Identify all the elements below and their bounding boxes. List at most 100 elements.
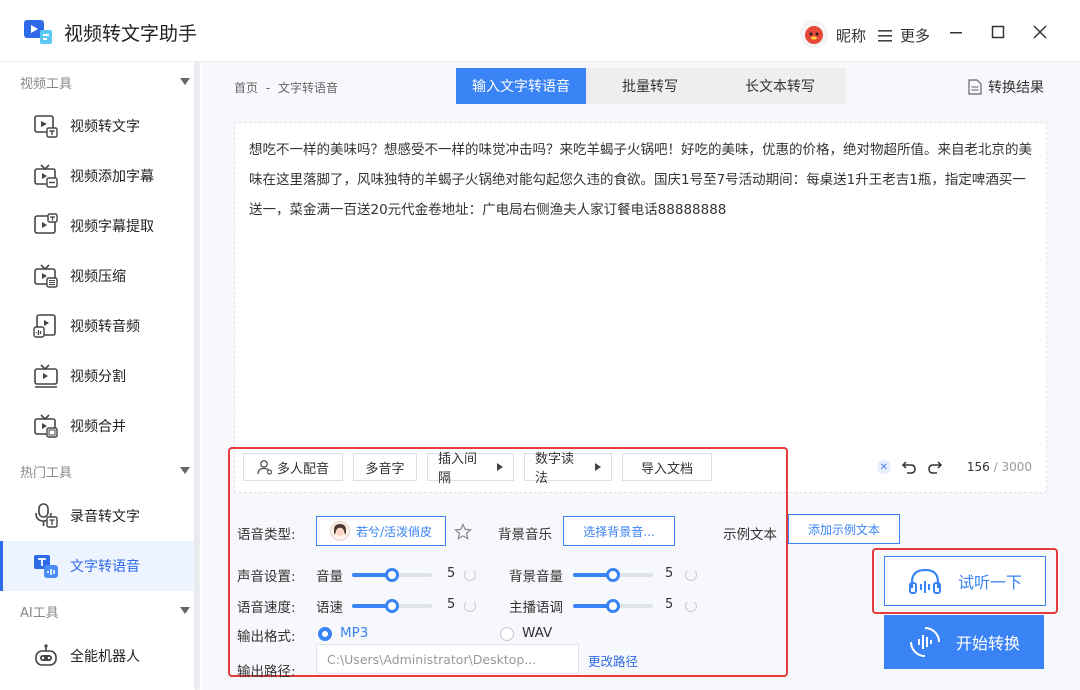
start-conversion-button[interactable]: 开始转换 — [884, 615, 1044, 669]
bg-volume-label: 背景音量 — [509, 569, 563, 585]
headphones-icon — [908, 568, 941, 594]
tv-subtitle-icon — [34, 164, 58, 188]
tone-slider[interactable] — [573, 599, 653, 613]
sound-settings-label: 声音设置: — [237, 569, 296, 585]
format-wav-radio[interactable] — [500, 627, 514, 641]
speed-slider[interactable] — [352, 599, 432, 613]
sidebar-item-extract-subtitle[interactable]: 视频字幕提取 — [0, 201, 198, 251]
breadcrumb: 首页 - 文字转语音 — [234, 79, 338, 96]
select-bgm-button[interactable]: 选择背景音... — [563, 516, 675, 546]
menu-icon — [878, 29, 892, 42]
star-icon[interactable] — [454, 523, 472, 541]
sidebar-item-video-to-audio[interactable]: 视频转音频 — [0, 301, 198, 351]
main-panel: 首页 - 文字转语音 输入文字转语音 批量转写 长文本转写 转换结果 想吃不一样… — [202, 62, 1080, 690]
maximize-button[interactable] — [988, 22, 1008, 42]
sidebar-item-audio-to-text[interactable]: 录音转文字 — [0, 491, 198, 541]
char-count-current: 156 — [966, 460, 990, 474]
reset-icon[interactable] — [685, 569, 697, 581]
video-text-icon — [34, 115, 58, 138]
editor-controls: ✕ 156 / 3000 — [876, 459, 1032, 475]
reset-icon[interactable] — [464, 569, 476, 581]
output-path-input[interactable]: C:\Users\Administrator\Desktop... — [316, 644, 579, 674]
volume-value: 5 — [447, 566, 456, 581]
bg-volume-slider-knob[interactable] — [606, 568, 620, 582]
sidebar-group-ai-tools[interactable]: AI工具 — [0, 593, 200, 629]
tab-batch-transcribe[interactable]: 批量转写 — [586, 68, 714, 104]
editor-text[interactable]: 想吃不一样的美味吗？想感受不一样的味觉冲击吗？来吃羊蝎子火锅吧！好吃的美味，优惠… — [249, 135, 1035, 225]
sidebar-item-label: 视频添加字幕 — [70, 169, 154, 185]
try-listen-label: 试听一下 — [957, 573, 1022, 592]
format-label: 输出格式: — [237, 629, 296, 645]
text-editor[interactable]: 想吃不一样的美味吗？想感受不一样的味觉冲击吗？来吃羊蝎子火锅吧！好吃的美味，优惠… — [234, 122, 1047, 493]
char-count-max: 3000 — [1001, 460, 1032, 474]
tone-slider-knob[interactable] — [606, 599, 620, 613]
sidebar-group-label: AI工具 — [20, 605, 59, 621]
minimize-icon — [950, 32, 962, 34]
tone-value: 5 — [665, 597, 674, 612]
video-audio-icon — [33, 314, 56, 338]
undo-icon[interactable] — [901, 459, 917, 475]
tone-label: 主播语调 — [509, 600, 563, 616]
speed-slider-knob[interactable] — [385, 599, 399, 613]
add-sample-text-button[interactable]: 添加示例文本 — [788, 514, 900, 544]
tv-merge-icon — [34, 414, 58, 438]
audio-wave-icon — [909, 627, 940, 657]
text-speech-icon — [34, 555, 58, 578]
tab-input-text-to-speech[interactable]: 输入文字转语音 — [456, 68, 586, 104]
tab-bar: 输入文字转语音 批量转写 长文本转写 — [456, 68, 846, 104]
format-wav-label[interactable]: WAV — [522, 625, 552, 641]
character-count: 156 / 3000 — [967, 460, 1032, 474]
redo-icon[interactable] — [927, 459, 943, 475]
sidebar-group-video-tools[interactable]: 视频工具 — [0, 64, 200, 100]
video-extract-icon — [34, 213, 58, 234]
reset-icon[interactable] — [464, 600, 476, 612]
bgm-label: 背景音乐 — [498, 527, 552, 543]
conversion-result-link[interactable]: 转换结果 — [968, 77, 1044, 97]
reset-icon[interactable] — [685, 600, 697, 612]
start-conversion-label: 开始转换 — [955, 634, 1020, 653]
sidebar-item-video-to-text[interactable]: 视频转文字 — [0, 101, 198, 151]
sidebar-item-label: 视频转文字 — [70, 119, 140, 135]
format-mp3-label[interactable]: MP3 — [340, 625, 368, 641]
sidebar-item-text-to-speech[interactable]: 文字转语音 — [0, 541, 198, 591]
sidebar-item-video-merge[interactable]: 视频合并 — [0, 401, 198, 451]
sidebar-item-label: 视频字幕提取 — [70, 219, 154, 235]
voice-settings-panel: 语音类型: 若兮/活泼俏皮 背景音乐 选择背景音... 示例文本 声音设置: 音… — [228, 447, 788, 680]
char-count-separator: / — [993, 460, 998, 474]
avatar[interactable] — [800, 20, 828, 48]
sidebar-item-video-compress[interactable]: 视频压缩 — [0, 251, 198, 301]
more-menu[interactable]: 更多 — [878, 25, 930, 46]
format-mp3-radio[interactable] — [318, 627, 332, 641]
maximize-icon — [991, 25, 1005, 39]
nickname[interactable]: 昵称 — [836, 25, 866, 46]
conversion-result-label: 转换结果 — [988, 80, 1044, 96]
tv-compress-icon — [34, 264, 58, 288]
caret-down-icon — [180, 467, 190, 474]
sidebar-group-hot-tools[interactable]: 热门工具 — [0, 453, 200, 489]
sidebar-item-video-split[interactable]: 视频分割 — [0, 351, 198, 401]
minimize-button[interactable] — [946, 22, 966, 42]
volume-slider-knob[interactable] — [385, 568, 399, 582]
volume-slider[interactable] — [352, 568, 432, 582]
bg-volume-value: 5 — [665, 566, 674, 581]
speed-label: 语音速度: — [237, 600, 296, 616]
breadcrumb-home[interactable]: 首页 — [234, 81, 258, 95]
close-button[interactable] — [1030, 22, 1050, 42]
change-path-link[interactable]: 更改路径 — [588, 651, 638, 670]
clear-icon[interactable]: ✕ — [876, 460, 891, 474]
sidebar-scrollbar[interactable] — [194, 62, 199, 690]
caret-down-icon — [180, 607, 190, 614]
bg-volume-slider[interactable] — [573, 568, 653, 582]
sidebar-item-all-robot[interactable]: 全能机器人 — [0, 631, 198, 681]
breadcrumb-separator: - — [265, 81, 271, 95]
tab-long-text-transcribe[interactable]: 长文本转写 — [714, 68, 846, 104]
output-path-label: 输出路径: — [237, 664, 296, 680]
sidebar-item-label: 全能机器人 — [70, 649, 140, 665]
voice-name: 若兮/活泼俏皮 — [355, 524, 433, 539]
sidebar-item-label: 文字转语音 — [70, 559, 140, 575]
try-listen-button[interactable]: 试听一下 — [884, 556, 1046, 606]
voice-select-button[interactable]: 若兮/活泼俏皮 — [316, 516, 446, 546]
sidebar-item-label: 视频分割 — [70, 369, 126, 385]
volume-label: 音量 — [316, 569, 343, 585]
sidebar-item-add-subtitle[interactable]: 视频添加字幕 — [0, 151, 198, 201]
